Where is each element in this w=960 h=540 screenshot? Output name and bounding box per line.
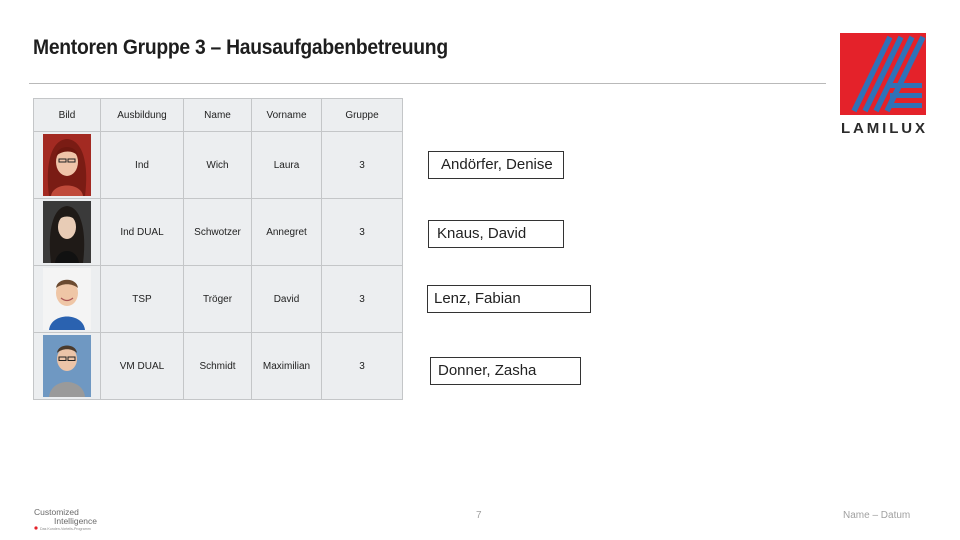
- gruppe-cell: 3: [321, 198, 403, 266]
- portrait-photo-maximilian: [43, 335, 91, 397]
- table-row: Ind DUAL Schwotzer Annegret 3: [33, 198, 403, 266]
- lamilux-wordmark: LAMILUX: [841, 120, 925, 137]
- ausbildung-cell: Ind: [100, 131, 184, 199]
- col-header-name: Name: [183, 98, 252, 132]
- vorname-cell: David: [251, 265, 322, 333]
- portrait-photo-annegret: [43, 201, 91, 263]
- gruppe-cell: 3: [321, 332, 403, 400]
- name-cell: Tröger: [183, 265, 252, 333]
- ausbildung-cell: Ind DUAL: [100, 198, 184, 266]
- ausbildung-cell: TSP: [100, 265, 184, 333]
- col-header-gruppe: Gruppe: [321, 98, 403, 132]
- table-row: VM DUAL Schmidt Maximilian 3: [33, 332, 403, 400]
- col-header-ausbildung: Ausbildung: [100, 98, 184, 132]
- table-row: Ind Wich Laura 3: [33, 131, 403, 199]
- name-cell: Wich: [183, 131, 252, 199]
- mentee-box-donner: Donner, Zasha: [430, 357, 581, 385]
- mentee-box-lenz: Lenz, Fabian: [427, 285, 591, 313]
- footer-name-date: Name – Datum: [843, 510, 911, 521]
- gruppe-cell: 3: [321, 131, 403, 199]
- vorname-cell: Laura: [251, 131, 322, 199]
- photo-cell: [33, 131, 101, 199]
- col-header-bild: Bild: [33, 98, 101, 132]
- col-header-vorname: Vorname: [251, 98, 322, 132]
- portrait-photo-david: [43, 268, 91, 330]
- svg-text:Das Kunden-Vorteils-Programm: Das Kunden-Vorteils-Programm: [40, 527, 91, 531]
- table-row: TSP Tröger David 3: [33, 265, 403, 333]
- ausbildung-cell: VM DUAL: [100, 332, 184, 400]
- page-number: 7: [476, 510, 482, 521]
- gruppe-cell: 3: [321, 265, 403, 333]
- photo-cell: [33, 265, 101, 333]
- vorname-cell: Maximilian: [251, 332, 322, 400]
- mentor-table: Bild Ausbildung Name Vorname Gruppe Ind …: [33, 98, 403, 400]
- portrait-photo-laura: [43, 134, 91, 196]
- lamilux-logo: LAMILUX: [840, 33, 926, 137]
- photo-cell: [33, 198, 101, 266]
- name-cell: Schwotzer: [183, 198, 252, 266]
- title-divider: [29, 83, 826, 84]
- table-header-row: Bild Ausbildung Name Vorname Gruppe: [33, 98, 403, 132]
- vorname-cell: Annegret: [251, 198, 322, 266]
- mentee-box-knaus: Knaus, David: [428, 220, 564, 248]
- customized-intelligence-logo: Customized Intelligence Das Kunden-Vorte…: [34, 507, 97, 531]
- slide-title: Mentoren Gruppe 3 – Hausaufgabenbetreuun…: [33, 36, 448, 59]
- mentee-box-andoerfer: Andörfer, Denise: [428, 151, 564, 179]
- name-cell: Schmidt: [183, 332, 252, 400]
- svg-text:Intelligence: Intelligence: [54, 516, 97, 526]
- photo-cell: [33, 332, 101, 400]
